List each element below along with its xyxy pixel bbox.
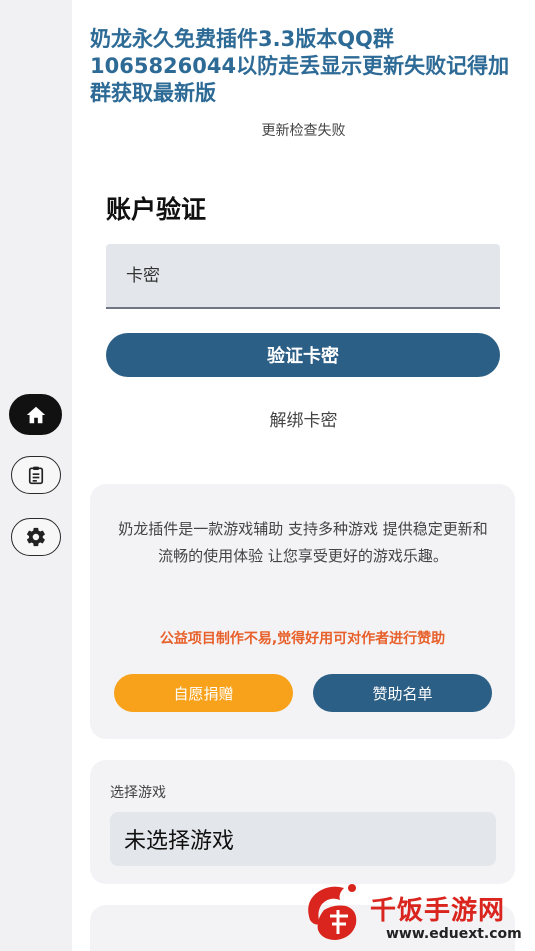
watermark-logo [308, 884, 357, 940]
game-select-label: 选择游戏 [110, 785, 166, 801]
watermark-name: 千饭手游网 [370, 896, 506, 926]
plugin-description: 奶龙插件是一款游戏辅助 支持多种游戏 提供稳定更新和流畅的使用体验 让您享受更好… [118, 520, 488, 565]
group-notice-text: 奶龙永久免费插件3.3版本QQ群1065826044以防走丢显示更新失败记得加群… [90, 27, 510, 105]
home-icon [26, 406, 45, 423]
unbind-key-link[interactable]: 解绑卡密 [72, 406, 535, 431]
nav-home-button[interactable] [9, 394, 62, 435]
gear-icon [26, 527, 45, 547]
nav-settings-button[interactable] [11, 518, 61, 556]
site-watermark: 千饭手游网 www.eduext.com [300, 878, 535, 951]
verify-key-button[interactable]: 验证卡密 [106, 333, 500, 377]
game-select-dropdown[interactable]: 未选择游戏 [110, 812, 496, 866]
account-verify-title: 账户验证 [106, 195, 207, 224]
clipboard-icon [28, 466, 44, 485]
game-select-card: 选择游戏 未选择游戏 [90, 760, 515, 884]
charity-note: 公益项目制作不易,觉得好用可对作者进行赞助 [159, 631, 446, 647]
sponsor-list-button[interactable]: 赞助名单 [313, 674, 492, 712]
watermark-url: www.eduext.com [386, 926, 522, 942]
donate-button[interactable]: 自愿捐赠 [114, 674, 293, 712]
update-status-text: 更新检查失败 [261, 123, 346, 139]
side-navigation [0, 0, 72, 951]
card-key-input[interactable] [106, 244, 500, 309]
info-card: 奶龙插件是一款游戏辅助 支持多种游戏 提供稳定更新和流畅的使用体验 让您享受更好… [90, 484, 515, 739]
nav-clipboard-button[interactable] [11, 456, 61, 494]
